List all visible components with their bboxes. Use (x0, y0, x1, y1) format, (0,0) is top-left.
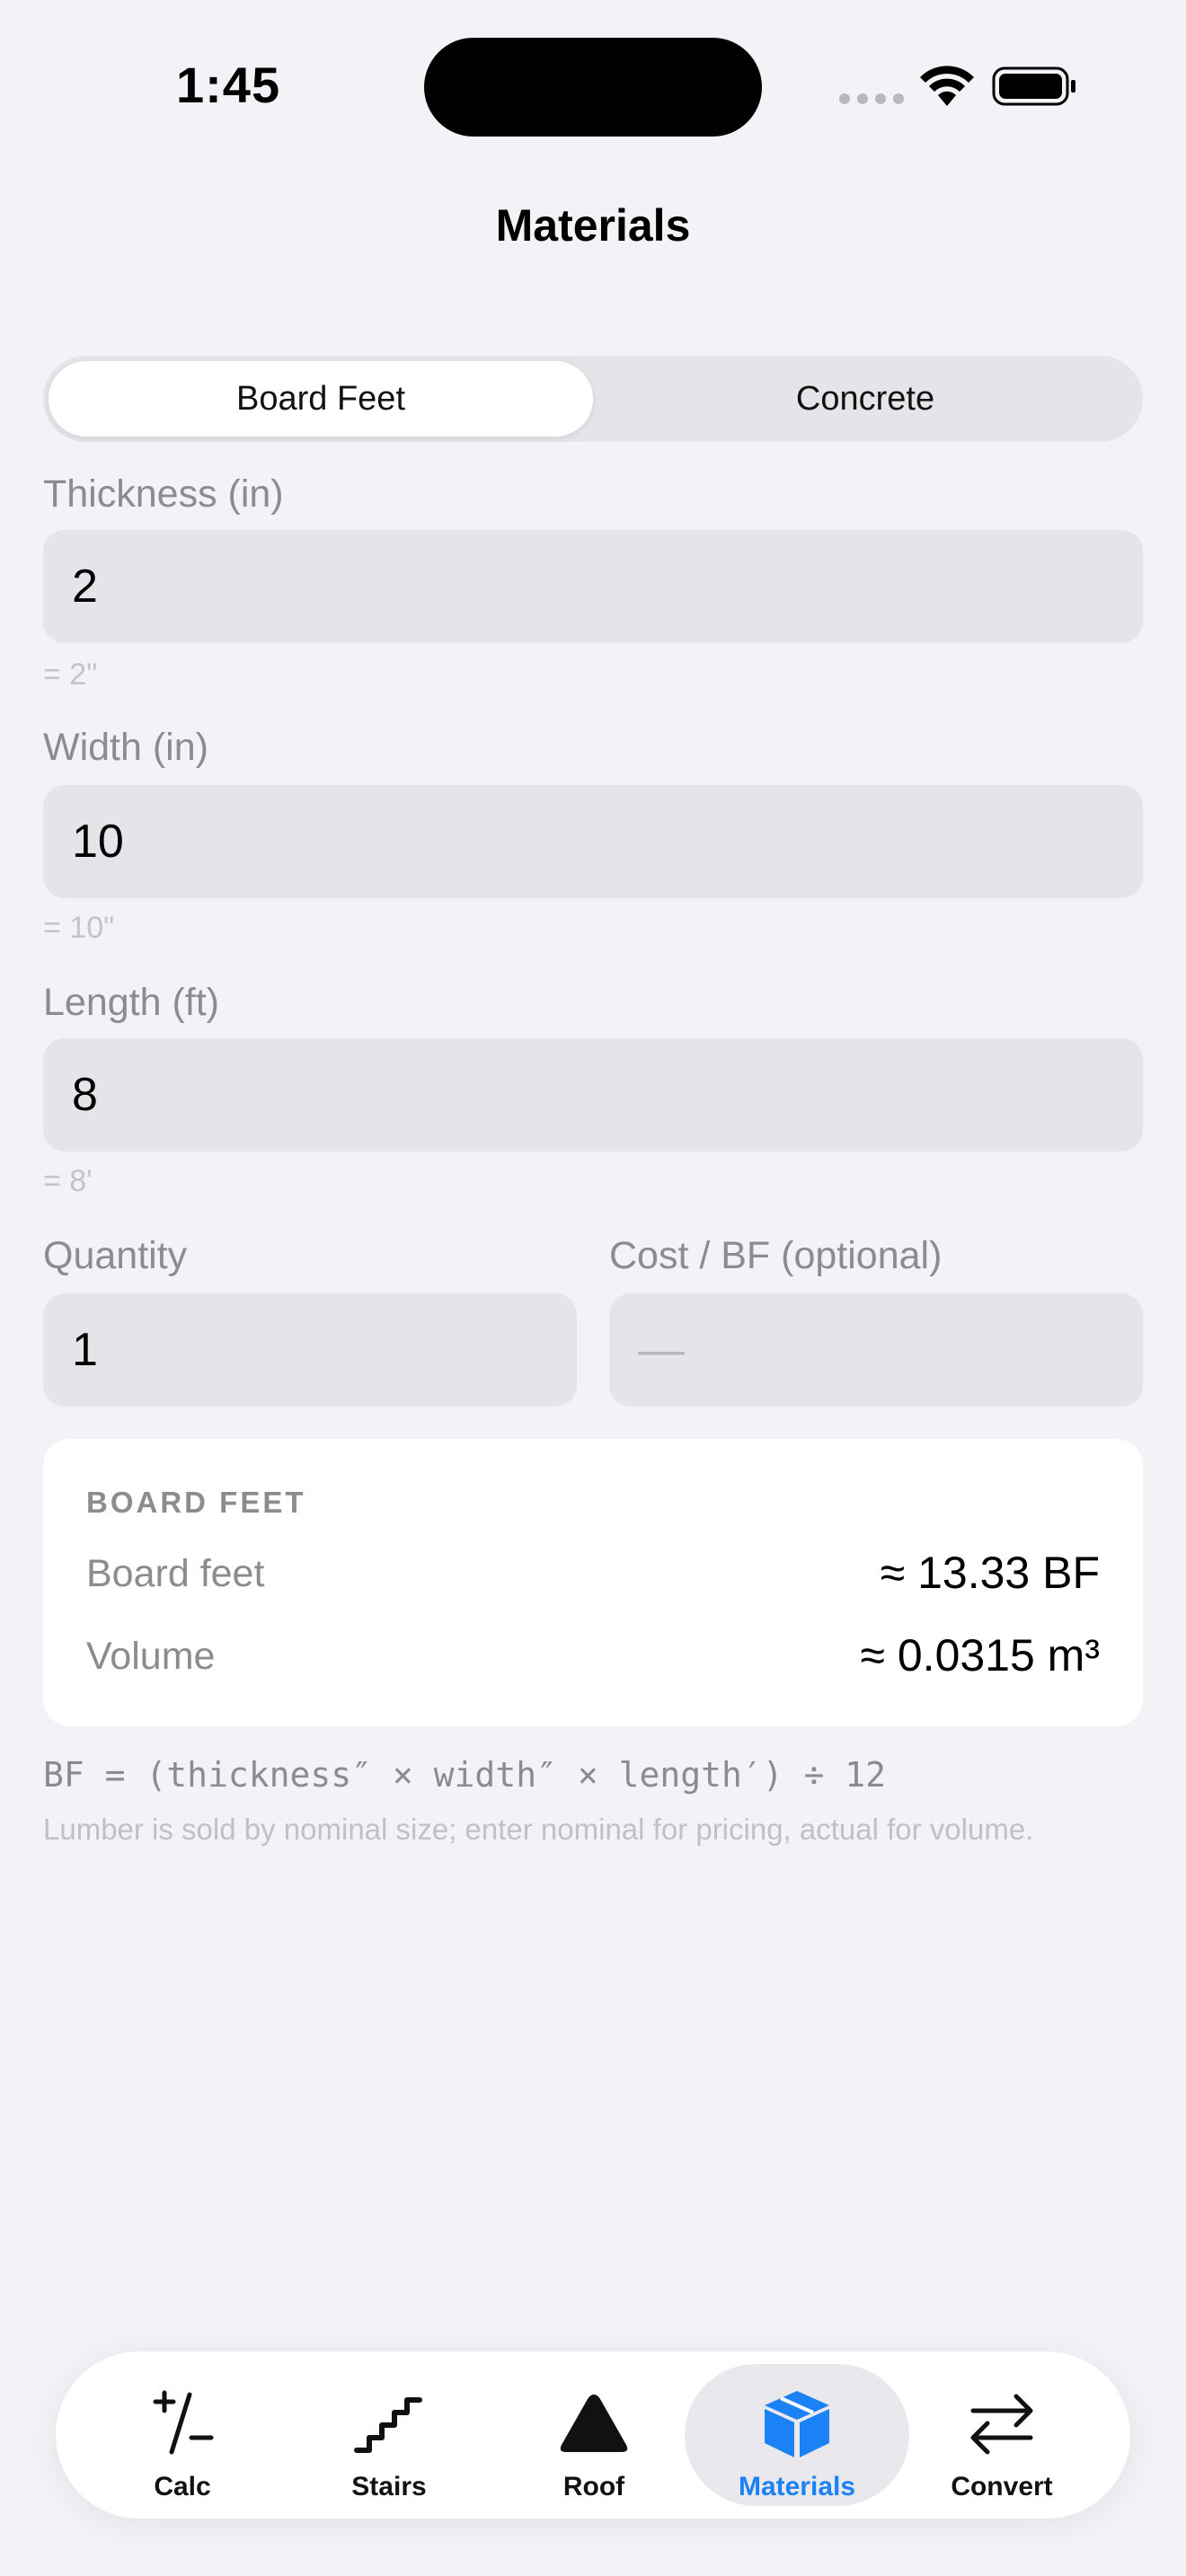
length-label: Length (ft) (43, 981, 219, 1024)
cost-input[interactable]: — (609, 1293, 1143, 1407)
tab-roof[interactable]: Roof (482, 2364, 706, 2506)
segment-board-feet[interactable]: Board Feet (49, 361, 593, 437)
tab-calc[interactable]: Calc (70, 2364, 295, 2506)
mode-segmented-control: Board Feet Concrete (43, 356, 1143, 442)
cellular-signal-icon (839, 93, 904, 104)
tab-convert-label: Convert (951, 2472, 1053, 2501)
tab-materials[interactable]: Materials (685, 2364, 909, 2506)
footnote-text: Lumber is sold by nominal size; enter no… (43, 1813, 1034, 1846)
board-feet-label: Board feet (86, 1552, 265, 1595)
status-bar: 1:45 (0, 0, 1186, 180)
result-heading: BOARD FEET (86, 1486, 306, 1519)
thickness-label: Thickness (in) (43, 472, 284, 516)
tab-materials-label: Materials (738, 2472, 856, 2501)
status-time: 1:45 (176, 57, 281, 113)
volume-label: Volume (86, 1635, 216, 1678)
tab-roof-label: Roof (562, 2472, 625, 2501)
segment-concrete[interactable]: Concrete (593, 361, 1137, 437)
tab-stairs[interactable]: Stairs (277, 2364, 501, 2506)
board-feet-value: ≈ 13.33 BF (880, 1548, 1100, 1598)
dynamic-island (424, 38, 762, 137)
tab-bar: Calc Stairs Roof Materials Convert (56, 2351, 1130, 2519)
volume-value: ≈ 0.0315 m³ (860, 1630, 1100, 1681)
length-input[interactable]: 8 (43, 1038, 1143, 1151)
formula-text: BF = (thickness″ × width″ × length′) ÷ 1… (43, 1755, 886, 1795)
cost-label: Cost / BF (optional) (609, 1234, 943, 1277)
width-input[interactable]: 10 (43, 785, 1143, 898)
plus-minus-icon (153, 2390, 214, 2455)
arrows-left-right-icon (970, 2394, 1033, 2455)
tab-convert[interactable]: Convert (890, 2364, 1114, 2506)
wifi-icon (920, 66, 974, 106)
width-hint: = 10" (43, 911, 115, 945)
quantity-label: Quantity (43, 1234, 188, 1277)
thickness-input[interactable]: 2 (43, 530, 1143, 643)
tab-stairs-label: Stairs (351, 2472, 427, 2501)
page-title: Materials (495, 200, 691, 251)
tab-calc-label: Calc (154, 2472, 211, 2501)
thickness-hint: = 2" (43, 657, 98, 692)
battery-icon (992, 66, 1075, 106)
result-card: BOARD FEET Board feet ≈ 13.33 BF Volume … (43, 1439, 1143, 1726)
stairs-icon (354, 2397, 422, 2453)
width-label: Width (in) (43, 726, 208, 769)
quantity-input[interactable]: 1 (43, 1293, 577, 1407)
triangle-icon (560, 2395, 628, 2452)
length-hint: = 8' (43, 1164, 93, 1198)
cube-icon (765, 2391, 829, 2457)
